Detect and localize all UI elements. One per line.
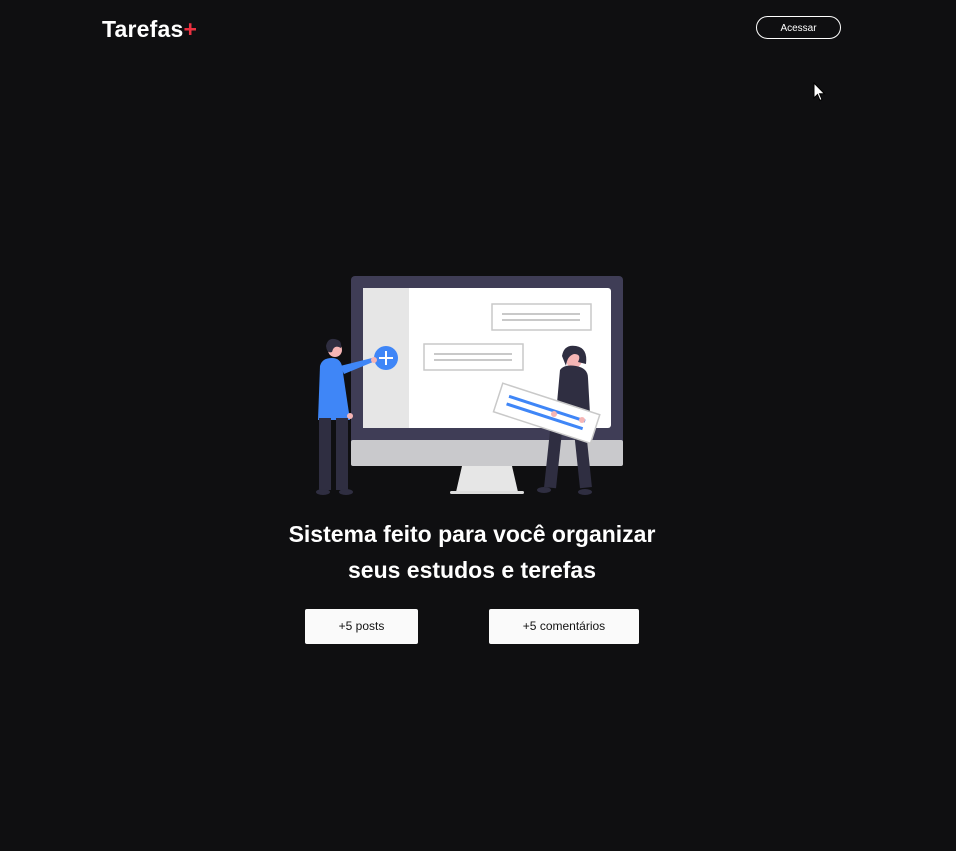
screen-card-2	[423, 343, 524, 371]
hero-title: Sistema feito para você organizar seus e…	[200, 516, 744, 588]
logo-plus: +	[183, 16, 198, 42]
login-button[interactable]: Acessar	[756, 16, 841, 39]
mouse-cursor-icon	[813, 82, 826, 102]
logo-text: Tarefas	[102, 16, 184, 42]
comments-count-badge: +5 comentários	[489, 609, 639, 644]
page: Tarefas+ Acessar Sistema feito para você…	[0, 0, 956, 851]
monitor-stand	[456, 466, 518, 492]
posts-count-badge: +5 posts	[305, 609, 418, 644]
logo[interactable]: Tarefas+	[102, 14, 197, 44]
hero-illustration	[316, 276, 623, 495]
screen-card-1	[491, 303, 592, 331]
hero-title-line-2: seus estudos e terefas	[347, 557, 596, 583]
hero-title-line-1: Sistema feito para você organizar	[288, 521, 656, 547]
header: Tarefas+ Acessar	[0, 0, 956, 60]
monitor-stand-base	[450, 491, 524, 494]
